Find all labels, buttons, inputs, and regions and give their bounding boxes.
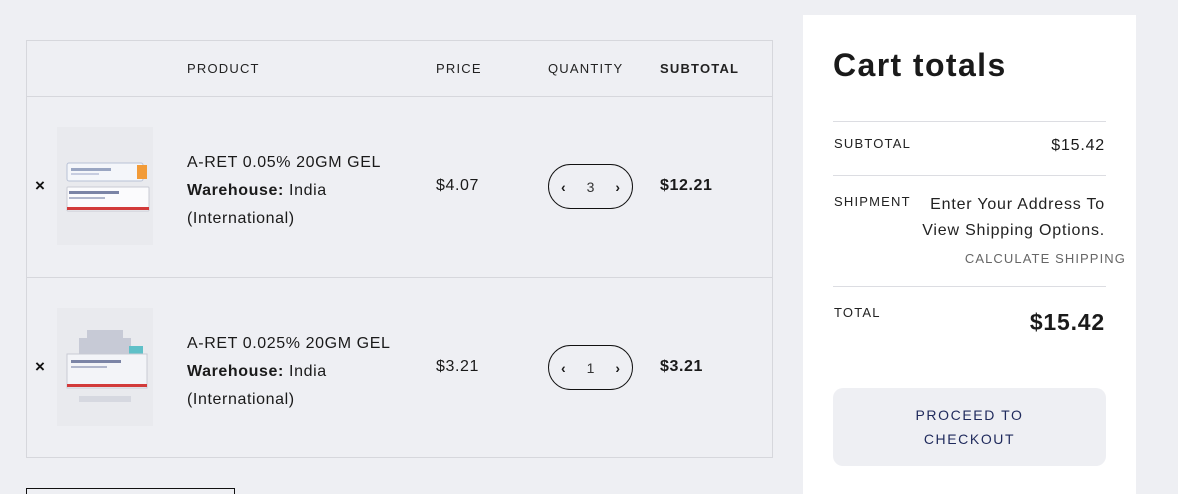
divider (833, 121, 1106, 122)
item-price: $3.21 (436, 358, 480, 375)
quantity-value[interactable]: 1 (587, 360, 595, 376)
chevron-right-icon[interactable]: › (615, 361, 620, 375)
calculate-shipping-link[interactable]: CALCULATE SHIPPING (965, 251, 1126, 266)
quantity-stepper: ‹ 3 › (548, 164, 633, 209)
close-icon: × (35, 176, 45, 195)
product-thumbnail[interactable] (57, 308, 153, 426)
close-icon: × (35, 357, 45, 376)
quantity-value[interactable]: 3 (587, 179, 595, 195)
total-value: $15.42 (1029, 309, 1105, 335)
remove-item-button[interactable]: × (35, 177, 45, 194)
chevron-left-icon[interactable]: ‹ (561, 361, 566, 375)
warehouse-info: Warehouse: India (International) (187, 177, 427, 233)
product-info: A-RET 0.025% 20GM GEL Warehouse: India (… (187, 330, 427, 414)
subtotal-value: $15.42 (1051, 137, 1105, 154)
warehouse-info: Warehouse: India (International) (187, 358, 427, 414)
chevron-right-icon[interactable]: › (615, 180, 620, 194)
item-price: $4.07 (436, 177, 480, 194)
remove-item-button[interactable]: × (35, 358, 45, 375)
cart-totals-title: Cart totals (833, 47, 1007, 83)
divider (833, 286, 1106, 287)
product-image-box (57, 308, 153, 426)
product-name-link[interactable]: A-RET 0.025% 20GM GEL (187, 330, 427, 358)
total-label: TOTAL (834, 305, 881, 320)
header-quantity: QUANTITY (548, 61, 624, 76)
item-subtotal: $3.21 (660, 358, 704, 375)
shipment-text: Enter Your Address To View Shipping Opti… (922, 196, 1105, 239)
cart-table: PRODUCT PRICE QUANTITY SUBTOTAL × A-RET … (26, 40, 773, 458)
table-header: PRODUCT PRICE QUANTITY SUBTOTAL (27, 41, 772, 97)
warehouse-label: Warehouse: (187, 182, 284, 199)
header-price: PRICE (436, 61, 482, 76)
divider (833, 175, 1106, 176)
product-thumbnail[interactable] (57, 127, 153, 245)
product-name-link[interactable]: A-RET 0.05% 20GM GEL (187, 149, 427, 177)
table-row: × A-RET 0.025% 20GM GEL Warehouse: India… (27, 278, 772, 459)
item-subtotal: $12.21 (660, 177, 713, 194)
quantity-stepper: ‹ 1 › (548, 345, 633, 390)
proceed-to-checkout-button[interactable]: PROCEED TO CHECKOUT (833, 388, 1106, 466)
subtotal-label: SUBTOTAL (834, 136, 912, 151)
product-image-tube (57, 127, 153, 245)
shipment-label: SHIPMENT (834, 194, 911, 209)
header-product: PRODUCT (187, 61, 260, 76)
table-row: × A-RET 0.05% 20GM GEL Warehouse: India … (27, 97, 772, 278)
header-subtotal: SUBTOTAL (660, 61, 740, 76)
cart-totals-panel: Cart totals SUBTOTAL $15.42 SHIPMENT Ent… (803, 15, 1136, 494)
warehouse-label: Warehouse: (187, 363, 284, 380)
coupon-button[interactable] (26, 488, 235, 494)
chevron-left-icon[interactable]: ‹ (561, 180, 566, 194)
product-info: A-RET 0.05% 20GM GEL Warehouse: India (I… (187, 149, 427, 233)
